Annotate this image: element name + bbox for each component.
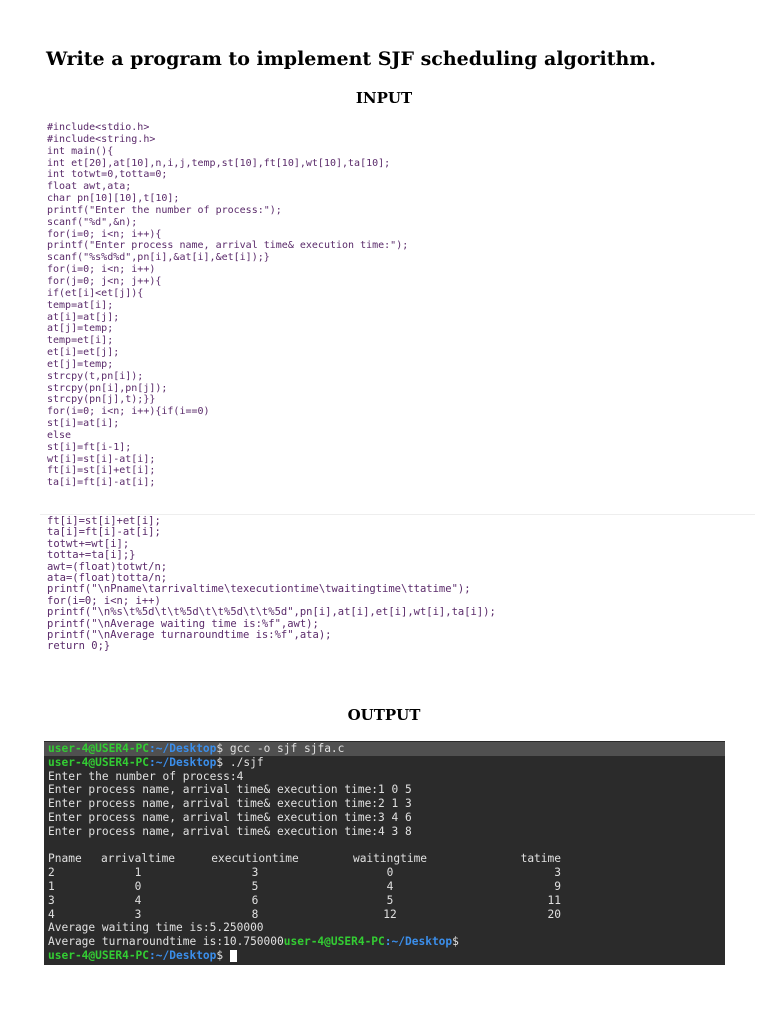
table-cell: 1 (48, 879, 55, 893)
prompt-path: :~/Desktop (149, 742, 217, 755)
code-line: ft[i]=st[i]+et[i]; (47, 465, 156, 477)
prompt-user: user-4@USER4-PC (48, 742, 150, 755)
code-line: if(et[i]<et[j]){ (47, 287, 144, 299)
code-line: strcpy(t,pn[i]); (47, 370, 144, 382)
terminal-command-line: user-4@USER4-PC:~/Desktop$ ./sjf (44, 756, 725, 770)
code-line: printf("Enter the number of process:"); (47, 204, 282, 216)
code-line: et[i]=et[j]; (47, 347, 120, 359)
table-cell: 12 (383, 907, 397, 921)
table-cell: 1 (134, 866, 142, 880)
prompt-path: :~/Desktop (149, 948, 217, 962)
code-line: st[i]=at[i]; (47, 418, 120, 430)
code-line: char pn[10][10],t[10]; (47, 193, 180, 205)
prompt-path: :~/Desktop (384, 935, 453, 949)
code-line: for(i=0; i<n; i++) (47, 264, 156, 276)
table-cell: 3 (251, 866, 259, 880)
document-page: Write a program to implement SJF schedul… (0, 0, 768, 1024)
code-line: scanf("%s%d%d",pn[i],&at[i],&et[i]);} (47, 252, 270, 264)
code-line: wt[i]=st[i]-at[i]; (47, 453, 156, 465)
table-cell: 4 (48, 907, 55, 921)
table-row: 1 0 5 4 9 (44, 880, 725, 894)
code-line: ta[i]=ft[i]-at[i]; (47, 477, 156, 489)
table-header: waitingtime (352, 852, 428, 866)
average-waiting-time: Average waiting time is:5.250000 (48, 921, 264, 935)
code-line: #include<string.h> (47, 133, 156, 145)
terminal-line: Average turnaroundtime is:10.750000user-… (44, 935, 725, 949)
table-header: Pname (48, 852, 82, 866)
code-line: for(i=0; i<n; i++){ (47, 228, 162, 240)
table-cell: 4 (386, 879, 394, 893)
code-line: totta+=ta[i];} (47, 549, 136, 562)
prompt-user: user-4@USER4-PC (48, 948, 150, 962)
code-line: at[i]=at[j]; (47, 311, 120, 323)
code-line: for(j=0; j<n; j++){ (47, 275, 162, 287)
page-title: Write a program to implement SJF schedul… (46, 48, 657, 70)
input-heading: INPUT (355, 89, 413, 107)
table-cell: 0 (386, 866, 394, 880)
code-line: strcpy(pn[i],pn[j]); (47, 382, 168, 394)
code-line: scanf("%d",&n); (47, 216, 138, 228)
table-header-row: Pname arrivaltime executiontime waitingtime… (44, 852, 725, 866)
command-text: ./sjf (223, 755, 264, 769)
code-block-part2: ft[i]=st[i]+et[i]; ta[i]=ft[i]-at[i]; totw… (47, 515, 496, 653)
code-line: printf("\nAverage turnaroundtime is:%f",… (47, 628, 332, 641)
prompt-path: :~/Desktop (149, 755, 217, 769)
table-header: tatime (520, 852, 561, 866)
code-line: temp=et[i]; (47, 335, 114, 347)
table-header: executiontime (211, 852, 299, 866)
terminal-line: Enter the number of process:4 (48, 769, 244, 783)
table-cell: 9 (554, 879, 561, 893)
code-line: else (47, 429, 72, 441)
terminal-output: user-4@USER4-PC:~/Desktop$ gcc -o sjf sj… (44, 741, 725, 965)
code-line: temp=at[i]; (47, 299, 114, 311)
table-row: 3 4 6 5 11 (44, 894, 725, 908)
code-line: printf("Enter process name, arrival time… (47, 240, 409, 252)
code-line: et[j]=temp; (47, 358, 114, 370)
code-line: printf("\n%s\t%5d\t\t%5d\t\t%5d\t\t%5d",… (47, 606, 496, 619)
table-row: 4 3 8 12 20 (44, 908, 725, 922)
table-cell: 3 (48, 893, 55, 907)
terminal-line: Enter process name, arrival time& execut… (48, 797, 412, 811)
terminal-prompt-line[interactable]: user-4@USER4-PC:~/Desktop$ (44, 949, 725, 963)
code-line: strcpy(pn[j],t);}} (47, 394, 156, 406)
prompt-sign: $ (216, 948, 224, 962)
terminal-command-line: user-4@USER4-PC:~/Desktop$ gcc -o sjf sj… (44, 742, 725, 756)
table-row: 2 1 3 0 3 (44, 866, 725, 880)
table-cell: 8 (251, 907, 259, 921)
terminal-line: Enter process name, arrival time& execut… (48, 810, 412, 824)
terminal-line: Enter process name, arrival time& execut… (48, 824, 412, 838)
table-header: arrivaltime (100, 852, 176, 866)
prompt-user: user-4@USER4-PC (283, 935, 385, 949)
command-text: gcc -o sjf sjfa.c (223, 742, 345, 755)
table-cell: 6 (251, 893, 259, 907)
table-cell: 0 (134, 879, 142, 893)
code-line: st[i]=ft[i-1]; (47, 441, 132, 453)
code-line: int totwt=0,totta=0; (47, 169, 168, 181)
average-turnaround-time: Average turnaroundtime is:10.750000 (48, 935, 284, 949)
table-cell: 5 (251, 879, 259, 893)
table-cell: 3 (134, 907, 142, 921)
prompt-sign: $ (452, 935, 459, 949)
output-heading: OUTPUT (347, 706, 421, 724)
terminal-line: Enter process name, arrival time& execut… (48, 783, 412, 797)
code-line: at[j]=temp; (47, 323, 114, 335)
code-line: int main(){ (47, 145, 114, 157)
code-line: for(i=0; i<n; i++){if(i==0) (47, 406, 210, 418)
table-cell: 11 (547, 893, 561, 907)
table-cell: 5 (386, 893, 394, 907)
terminal-cursor (229, 949, 237, 962)
table-body: 2 1 3 0 3 1 0 5 4 9 3 4 6 5 11 4 3 8 12 20 (44, 866, 725, 921)
code-line: #include<stdio.h> (47, 122, 150, 133)
table-cell: 20 (547, 907, 561, 921)
code-line: return 0;} (47, 640, 111, 653)
table-cell: 4 (134, 893, 142, 907)
code-line: float awt,ata; (47, 181, 132, 193)
table-cell: 2 (48, 866, 55, 880)
table-cell: 3 (554, 866, 561, 880)
prompt-user: user-4@USER4-PC (48, 755, 150, 769)
code-line: int et[20],at[10],n,i,j,temp,st[10],ft[1… (47, 157, 391, 169)
code-block-part1: #include<stdio.h> #include<string.h> int m… (47, 122, 408, 489)
